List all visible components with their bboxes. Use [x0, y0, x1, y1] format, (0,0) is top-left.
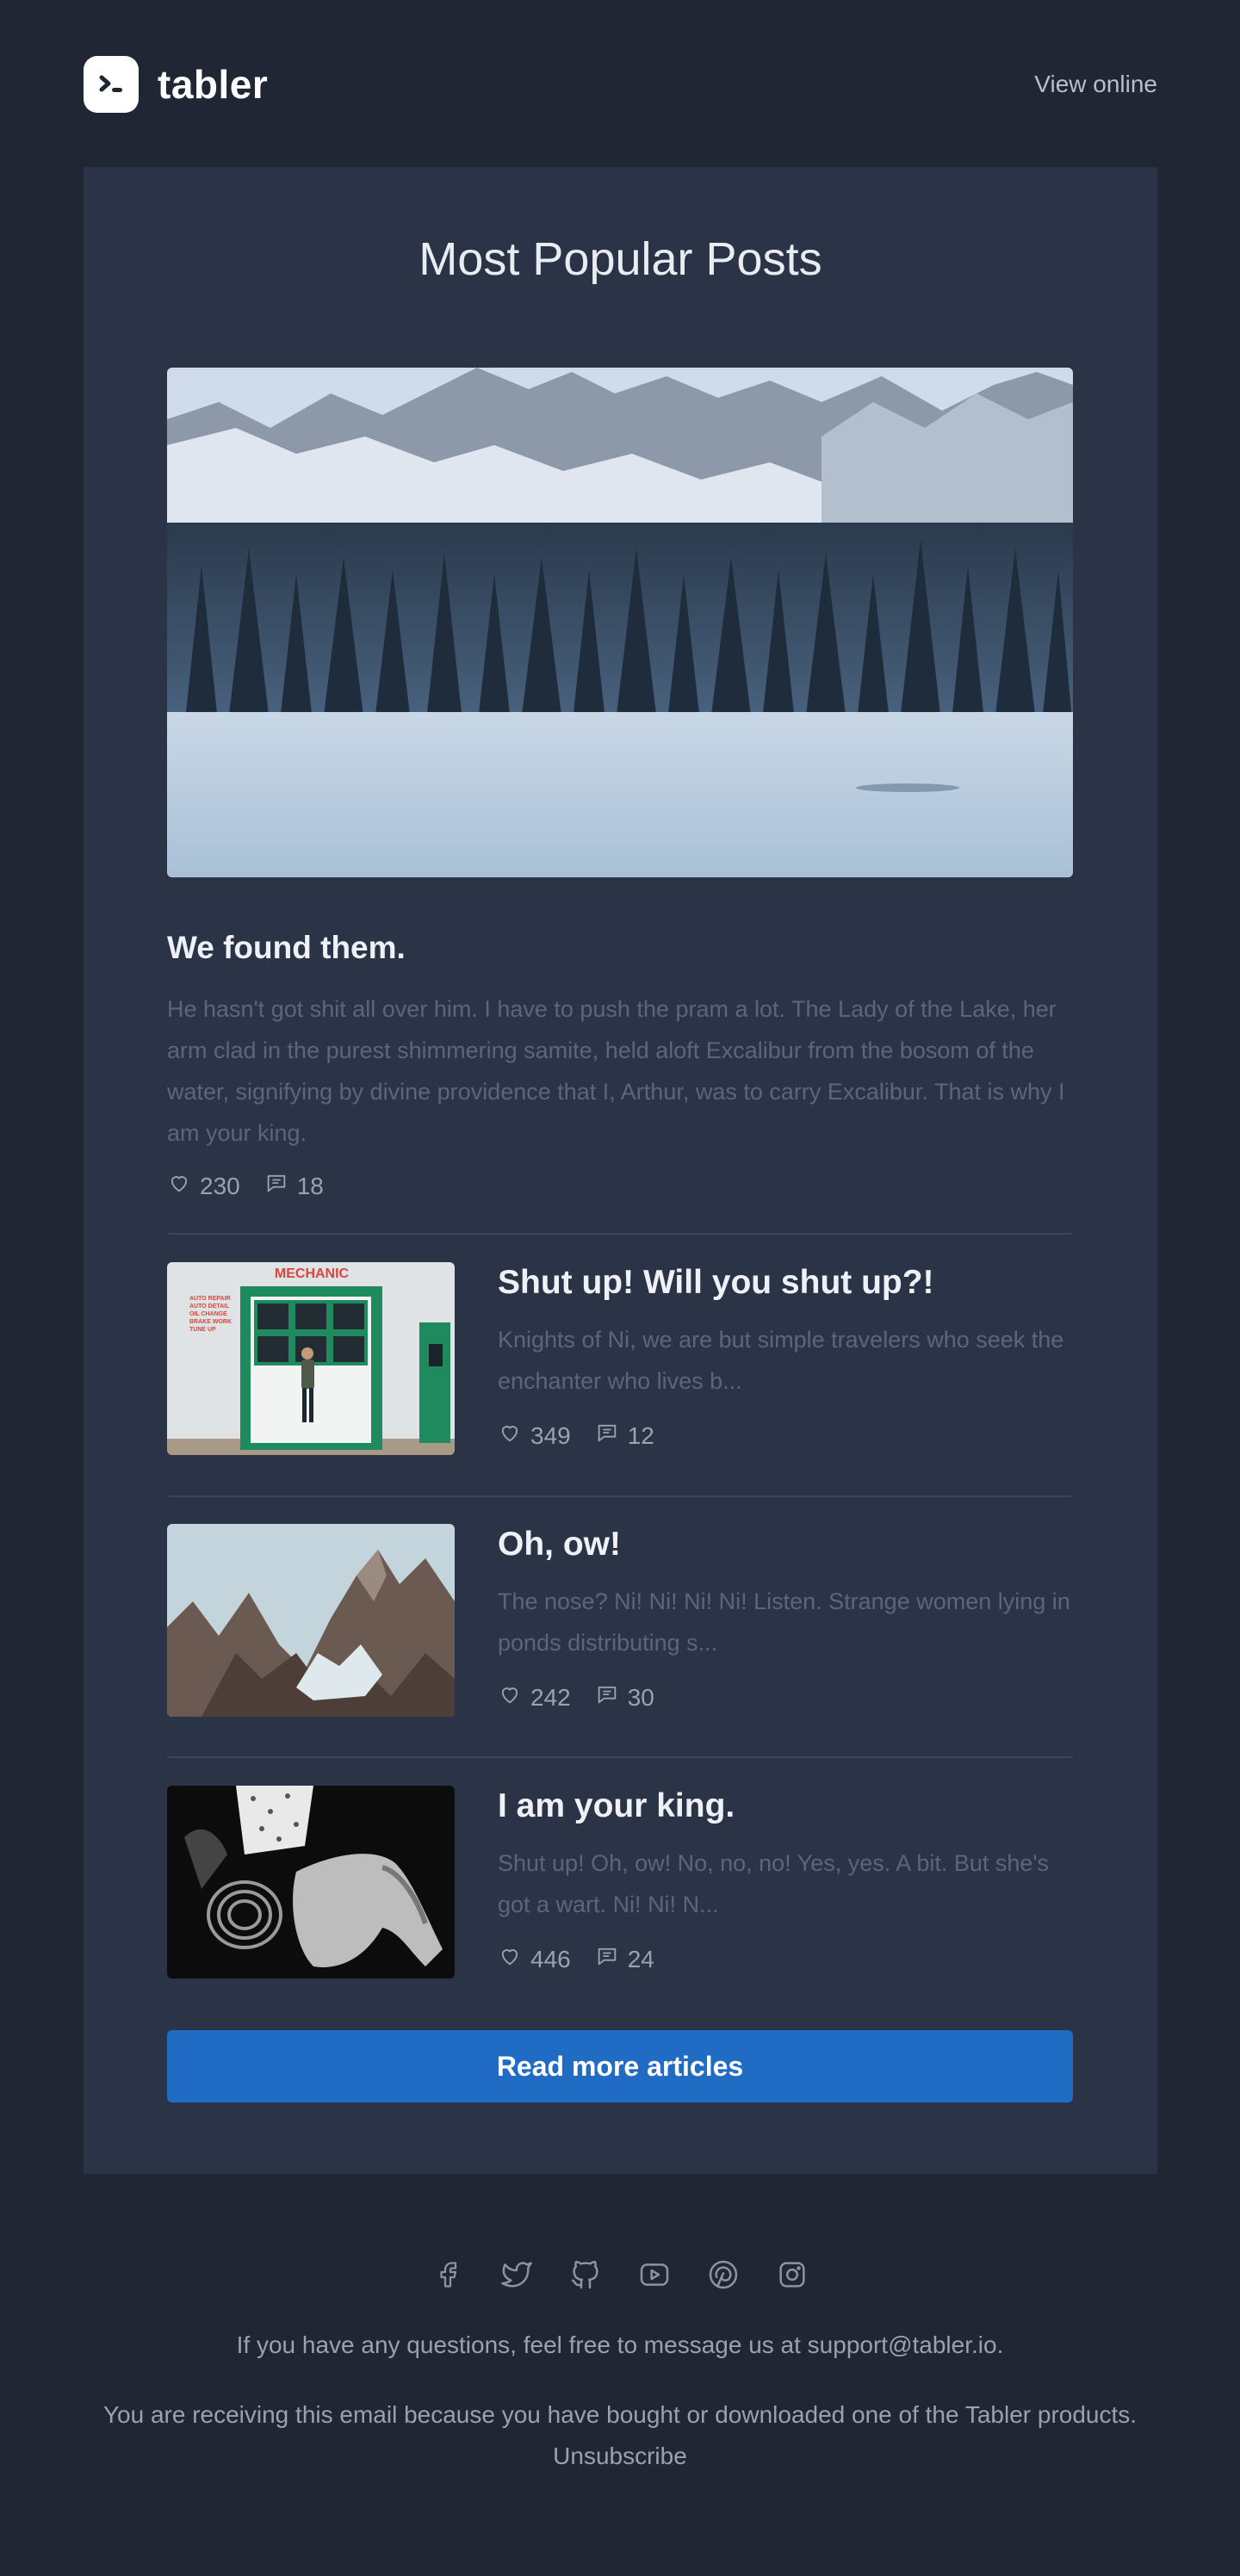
svg-text:AUTO REPAIR: AUTO REPAIR: [189, 1296, 231, 1302]
post-item[interactable]: I am your king. Shut up! Oh, ow! No, no,…: [167, 1786, 1073, 1978]
hero-image[interactable]: [167, 368, 1073, 877]
post-thumbnail-mechanic[interactable]: MECHANIC AUTO REPAIR AUTO DETAIL OIL CHA…: [167, 1262, 455, 1455]
heart-icon: [498, 1682, 522, 1712]
likes-stat: 242: [498, 1682, 571, 1712]
comments-stat: 30: [595, 1682, 654, 1712]
likes-count: 349: [530, 1421, 571, 1449]
youtube-icon[interactable]: [637, 2257, 672, 2292]
view-online-link[interactable]: View online: [1034, 71, 1157, 98]
brand[interactable]: tabler: [84, 56, 268, 113]
likes-stat: 230: [167, 1171, 240, 1201]
instagram-icon[interactable]: [775, 2257, 809, 2292]
post-item[interactable]: MECHANIC AUTO REPAIR AUTO DETAIL OIL CHA…: [167, 1262, 1073, 1455]
card-title: Most Popular Posts: [418, 233, 822, 285]
twitter-icon[interactable]: [499, 2257, 534, 2292]
likes-stat: 446: [498, 1944, 571, 1974]
post-stats: 446 24: [498, 1944, 679, 1974]
comment-icon: [264, 1171, 288, 1201]
email-header: tabler View online: [84, 55, 1157, 114]
post-excerpt: Shut up! Oh, ow! No, no, no! Yes, yes. A…: [498, 1850, 1050, 1917]
post-title[interactable]: Oh, ow!: [498, 1526, 621, 1564]
post-excerpt: The nose? Ni! Ni! Ni! Ni! Listen. Strang…: [498, 1588, 1070, 1656]
comment-icon: [595, 1421, 619, 1451]
pinterest-icon[interactable]: [706, 2257, 741, 2292]
footer-reason: You are receiving this email because you…: [102, 2401, 1138, 2428]
likes-stat: 349: [498, 1421, 571, 1451]
comments-count: 12: [627, 1421, 654, 1449]
sign-text: MECHANIC: [275, 1266, 350, 1281]
hero-post-title[interactable]: We found them.: [167, 930, 406, 966]
post-stats: 349 12: [498, 1421, 679, 1451]
hero-post-excerpt: He hasn't got shit all over him. I have …: [167, 996, 1065, 1146]
post-title[interactable]: I am your king.: [498, 1787, 735, 1825]
brand-name: tabler: [158, 62, 269, 107]
heart-icon: [167, 1171, 191, 1201]
post-thumbnail-horse[interactable]: [167, 1786, 455, 1978]
comment-icon: [595, 1682, 619, 1712]
comments-stat: 18: [264, 1171, 324, 1201]
comments-count: 18: [296, 1172, 324, 1199]
post-item[interactable]: Oh, ow! The nose? Ni! Ni! Ni! Ni! Listen…: [167, 1524, 1073, 1717]
post-excerpt: Knights of Ni, we are but simple travele…: [498, 1327, 1064, 1394]
comments-stat: 12: [595, 1421, 654, 1451]
divider: [167, 1756, 1073, 1758]
svg-text:TUNE UP: TUNE UP: [189, 1327, 216, 1333]
svg-text:AUTO DETAIL: AUTO DETAIL: [189, 1303, 230, 1310]
posts-card: Most Popular Posts We found them. He has…: [84, 167, 1157, 2174]
github-icon[interactable]: [568, 2257, 603, 2292]
likes-count: 230: [200, 1172, 240, 1199]
comments-count: 24: [627, 1945, 654, 1972]
footer-unsubscribe: Unsubscribe: [0, 2443, 1240, 2470]
email-page: tabler View online Most Popular Posts We…: [0, 0, 1240, 2576]
divider: [167, 1233, 1073, 1235]
heart-icon: [498, 1421, 522, 1451]
social-links: [0, 2257, 1240, 2292]
svg-text:BRAKE WORK: BRAKE WORK: [189, 1319, 232, 1325]
svg-text:OIL CHANGE: OIL CHANGE: [189, 1311, 227, 1317]
heart-icon: [498, 1944, 522, 1974]
likes-count: 242: [530, 1683, 571, 1711]
comments-stat: 24: [595, 1944, 654, 1974]
read-more-button[interactable]: Read more articles: [167, 2030, 1073, 2102]
comments-count: 30: [627, 1683, 654, 1711]
comment-icon: [595, 1944, 619, 1974]
post-thumbnail-peaks[interactable]: [167, 1524, 455, 1717]
footer-questions: If you have any questions, feel free to …: [236, 2331, 1004, 2358]
divider: [167, 1495, 1073, 1497]
likes-count: 446: [530, 1945, 571, 1972]
tabler-logo-icon: [84, 56, 139, 113]
facebook-icon[interactable]: [431, 2257, 465, 2292]
unsubscribe-link[interactable]: Unsubscribe: [553, 2443, 687, 2469]
post-stats: 242 30: [498, 1682, 679, 1712]
hero-post-stats: 230 18: [167, 1171, 348, 1201]
post-title[interactable]: Shut up! Will you shut up?!: [498, 1264, 934, 1302]
